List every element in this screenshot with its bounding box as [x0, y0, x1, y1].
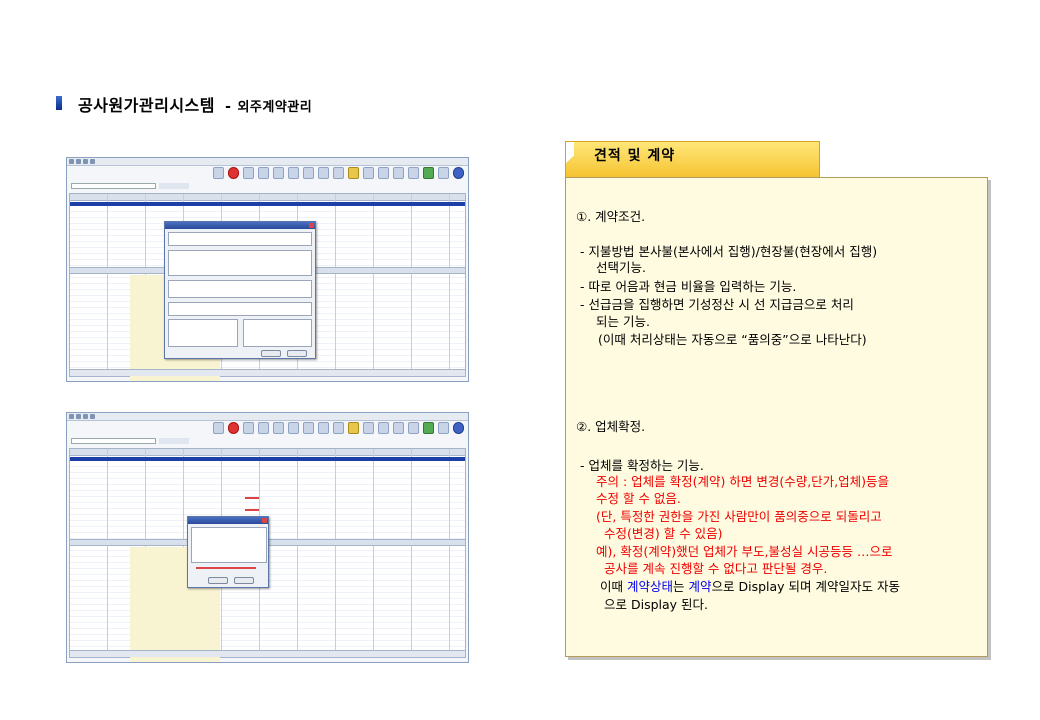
part2-note-line: 수정(변경) 할 수 있음) [604, 526, 723, 541]
text-fragment: 이때 [600, 579, 627, 594]
vendor-confirm-screenshot [66, 412, 469, 663]
contract-conditions-dialog [164, 221, 316, 359]
section-tab: 견적 및 계약 [565, 141, 820, 177]
page-title-main: 공사원가관리시스템 [78, 96, 215, 115]
part1-line: 되는 기능. [596, 314, 650, 329]
section-tab-label: 견적 및 계약 [594, 148, 676, 164]
part2-note-line: (단, 특정한 권한을 가진 사람만이 품의중으로 되돌리고 [596, 509, 882, 524]
project-field [71, 438, 156, 444]
contract-term: 계약 [688, 579, 712, 594]
title-marker-icon [56, 96, 62, 110]
part2-note-line: 주의 : 업체를 확정(계약) 하면 변경(수량,단가,업체)등을 [596, 474, 890, 489]
part2-intro: - 업체를 확정하는 기능. [580, 458, 704, 473]
part2-final-line: 이때 계약상태는 계약으로 Display 되며 계약일자도 자동 [600, 579, 900, 594]
part1-heading: ①. 계약조건. [576, 209, 646, 224]
text-fragment: 는 [673, 579, 689, 594]
page-title-dash: - [225, 99, 232, 115]
part1-line: - 따로 어음과 현금 비율을 입력하는 기능. [580, 279, 797, 294]
part2-note-line: 예), 확정(계약)했던 업체가 부도,불성실 시공등등 …으로 [596, 544, 893, 559]
toolbar [213, 422, 464, 434]
part1-line: - 지불방법 본사불(본사에서 집행)/현장불(현장에서 집행) [580, 244, 878, 259]
part2-heading: ②. 업체확정. [576, 419, 646, 434]
page-title-sub: 외주계약관리 [237, 100, 313, 115]
page-title: 공사원가관리시스템 - 외주계약관리 [78, 92, 312, 116]
menu-bar [67, 158, 468, 166]
vendor-confirm-dialog [187, 516, 269, 588]
part2-final-line: 으로 Display 된다. [604, 597, 708, 612]
project-field [71, 183, 156, 189]
part1-line: - 선급금을 집행하면 기성정산 시 선 지급금으로 처리 [580, 297, 854, 312]
text-fragment: 으로 Display 되며 계약일자도 자동 [711, 579, 900, 594]
part2-note-line: 공사를 계속 진행할 수 없다고 판단될 경우. [604, 561, 828, 576]
description-panel: ①. 계약조건. - 지불방법 본사불(본사에서 집행)/현장불(현장에서 집행… [565, 177, 988, 657]
menu-bar [67, 413, 468, 421]
contract-conditions-screenshot [66, 157, 469, 382]
part1-line: 선택기능. [596, 260, 646, 275]
part2-note-line: 수정 할 수 없음. [596, 491, 681, 506]
part1-line: (이때 처리상태는 자동으로 “품의중”으로 나타난다) [598, 332, 867, 347]
project-label [159, 183, 189, 189]
contract-status-term: 계약상태 [626, 579, 673, 594]
project-label [159, 438, 189, 444]
toolbar [213, 167, 464, 179]
